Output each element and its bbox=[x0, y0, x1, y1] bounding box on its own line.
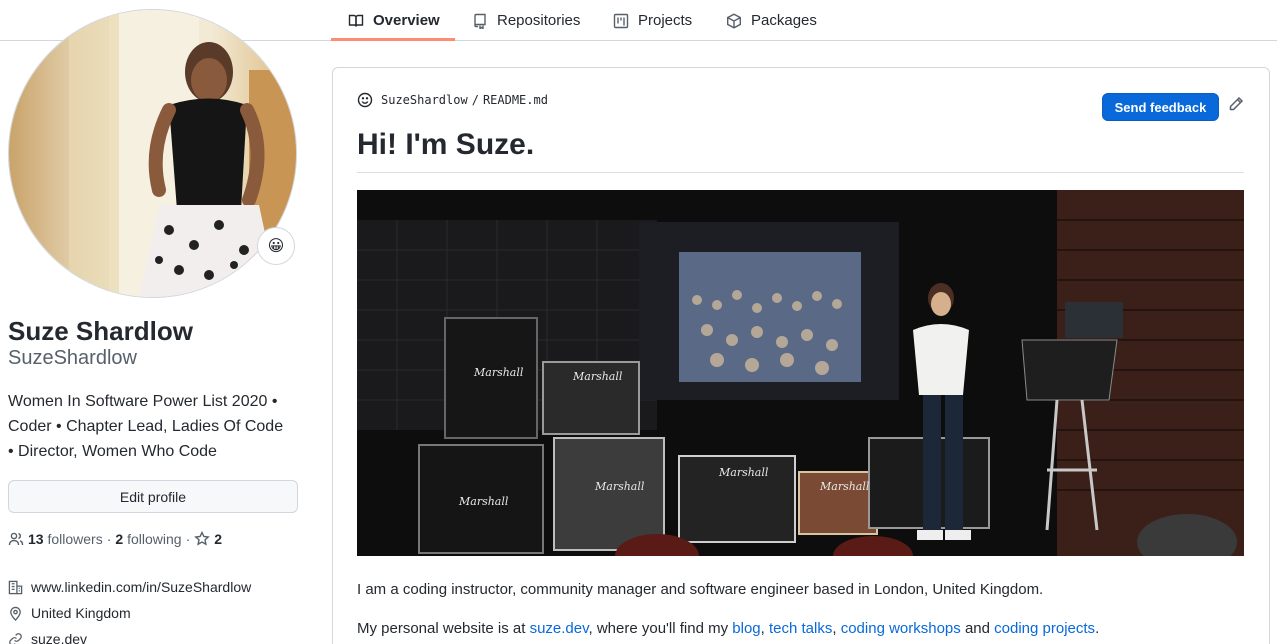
stars-link[interactable]: 2 bbox=[194, 531, 222, 547]
detail-website[interactable]: suze.dev bbox=[8, 626, 251, 644]
avatar-photo bbox=[9, 10, 296, 297]
bio-line: • Director, Women Who Code bbox=[8, 443, 217, 460]
book-icon bbox=[348, 14, 364, 27]
tab-packages[interactable]: Packages bbox=[726, 0, 817, 41]
following-label: following bbox=[127, 531, 182, 547]
profile-username: SuzeShardlow bbox=[8, 347, 137, 369]
stage-talk-photo: Marshall Marshall Marshall Marshall Mars… bbox=[357, 190, 1244, 556]
people-icon bbox=[8, 532, 24, 546]
follow-stats: 13 followers · 2 following · 2 bbox=[8, 531, 222, 547]
detail-location-text: United Kingdom bbox=[31, 605, 131, 621]
pencil-icon bbox=[1229, 96, 1244, 111]
detail-organization: www.linkedin.com/in/SuzeShardlow bbox=[8, 574, 251, 600]
readme-heading: Hi! I'm Suze. bbox=[357, 128, 535, 161]
organization-icon bbox=[8, 580, 23, 594]
followers-link[interactable]: 13 followers bbox=[28, 531, 103, 547]
link-suze-dev[interactable]: suze.dev bbox=[530, 620, 589, 637]
separator-dot: · bbox=[106, 531, 112, 547]
tab-overview-label: Overview bbox=[373, 12, 440, 29]
following-count: 2 bbox=[115, 531, 124, 547]
link-coding-projects[interactable]: coding projects bbox=[994, 620, 1095, 637]
separator-dot: · bbox=[185, 531, 191, 547]
link-tech-talks[interactable]: tech talks bbox=[769, 620, 832, 637]
active-tab-indicator bbox=[331, 38, 455, 41]
para-text: , bbox=[760, 620, 769, 637]
para-text: My personal website is at bbox=[357, 620, 530, 637]
svg-text:Marshall: Marshall bbox=[572, 370, 623, 383]
svg-text:Marshall: Marshall bbox=[718, 466, 769, 479]
readme-paragraph-website: My personal website is at suze.dev, wher… bbox=[357, 620, 1099, 637]
link-icon bbox=[9, 632, 22, 644]
detail-organization-text: www.linkedin.com/in/SuzeShardlow bbox=[31, 579, 252, 595]
smiley-icon bbox=[357, 92, 373, 108]
path-separator: / bbox=[471, 93, 479, 107]
detail-website-text[interactable]: suze.dev bbox=[31, 631, 87, 644]
link-blog[interactable]: blog bbox=[732, 620, 760, 637]
detail-location: United Kingdom bbox=[8, 600, 251, 626]
heading-divider bbox=[357, 172, 1244, 173]
tab-overview[interactable]: Overview bbox=[348, 0, 440, 41]
repo-icon bbox=[474, 13, 486, 29]
svg-text:Marshall: Marshall bbox=[819, 480, 870, 493]
project-icon bbox=[613, 13, 629, 28]
profile-details: www.linkedin.com/in/SuzeShardlow United … bbox=[8, 574, 251, 644]
para-text: . bbox=[1095, 620, 1100, 637]
avatar[interactable] bbox=[8, 9, 297, 298]
tab-packages-label: Packages bbox=[751, 12, 817, 29]
tab-projects[interactable]: Projects bbox=[613, 0, 692, 41]
package-icon bbox=[727, 12, 741, 29]
para-text: , bbox=[832, 620, 841, 637]
send-feedback-button[interactable]: Send feedback bbox=[1102, 93, 1219, 121]
stars-count: 2 bbox=[214, 531, 223, 547]
followers-label: followers bbox=[47, 531, 103, 547]
readme-owner-link[interactable]: SuzeShardlow bbox=[381, 93, 468, 107]
svg-text:Marshall: Marshall bbox=[473, 366, 524, 379]
para-text: , where you'll find my bbox=[588, 620, 733, 637]
edit-readme-button[interactable] bbox=[1228, 96, 1246, 114]
link-coding-workshops[interactable]: coding workshops bbox=[841, 620, 961, 637]
location-icon bbox=[10, 606, 21, 621]
edit-profile-button[interactable]: Edit profile bbox=[8, 480, 298, 513]
star-icon bbox=[194, 531, 211, 546]
status-emoji[interactable]: 😀 bbox=[257, 227, 295, 265]
profile-bio: Women In Software Power List 2020 • Code… bbox=[8, 389, 308, 464]
tab-repositories-label: Repositories bbox=[497, 12, 581, 29]
following-link[interactable]: 2 following bbox=[115, 531, 181, 547]
readme-file-link[interactable]: README.md bbox=[483, 93, 548, 107]
tab-repositories[interactable]: Repositories bbox=[472, 0, 580, 41]
bio-line: Women In Software Power List 2020 • bbox=[8, 393, 278, 410]
followers-count: 13 bbox=[28, 531, 44, 547]
readme-photo: Marshall Marshall Marshall Marshall Mars… bbox=[357, 190, 1244, 556]
svg-text:Marshall: Marshall bbox=[458, 495, 509, 508]
readme-breadcrumb: SuzeShardlow / README.md bbox=[357, 92, 548, 108]
svg-text:Marshall: Marshall bbox=[594, 480, 645, 493]
tab-projects-label: Projects bbox=[638, 12, 693, 29]
para-text: and bbox=[960, 620, 995, 637]
readme-paragraph-intro: I am a coding instructor, community mana… bbox=[357, 581, 1044, 598]
profile-fullname: Suze Shardlow bbox=[8, 316, 193, 346]
bio-line: Coder • Chapter Lead, Ladies Of Code bbox=[8, 418, 284, 435]
